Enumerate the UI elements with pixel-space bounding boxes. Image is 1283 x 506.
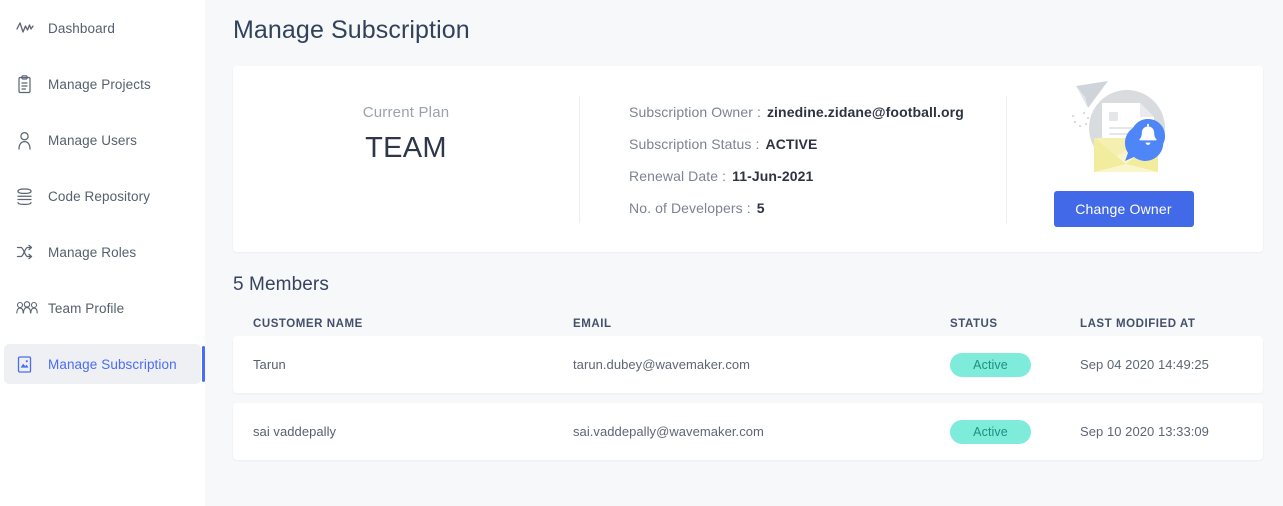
cell-last-modified-at: Sep 04 2020 14:49:25	[1080, 357, 1209, 372]
page-title: Manage Subscription	[233, 16, 470, 44]
detail-row-subscription-owner: Subscription Owner : zinedine.zidane@foo…	[629, 104, 964, 120]
detail-key: Subscription Owner :	[629, 104, 761, 120]
column-header-status[interactable]: STATUS	[950, 318, 1080, 330]
current-plan-block: Current Plan TEAM	[233, 66, 579, 252]
cell-customer-name: Tarun	[253, 357, 286, 372]
sidebar-item-label: Dashboard	[48, 20, 115, 36]
members-heading: 5 Members	[233, 274, 329, 295]
detail-key: No. of Developers :	[629, 200, 751, 216]
detail-row-renewal-date: Renewal Date : 11-Jun-2021	[629, 168, 964, 184]
sidebar-item-manage-projects[interactable]: Manage Projects	[4, 64, 201, 104]
table-row[interactable]: sai vaddepally sai.vaddepally@wavemaker.…	[233, 403, 1263, 460]
sidebar-item-label: Manage Projects	[48, 76, 151, 92]
column-header-email[interactable]: EMAIL	[573, 318, 950, 330]
current-plan-label: Current Plan	[362, 104, 450, 121]
detail-value: 11-Jun-2021	[732, 168, 814, 184]
cell-status: Active	[950, 352, 1080, 377]
sidebar-item-team-profile[interactable]: Team Profile	[4, 288, 201, 328]
detail-value: ACTIVE	[765, 136, 818, 152]
shuffle-icon	[16, 242, 38, 262]
subscription-details-block: Subscription Owner : zinedine.zidane@foo…	[579, 66, 964, 252]
clipboard-icon	[16, 74, 38, 94]
subscription-summary-card: Current Plan TEAM Subscription Owner : z…	[233, 66, 1263, 252]
status-badge: Active	[950, 352, 1031, 377]
detail-value: 5	[756, 200, 765, 216]
detail-key: Subscription Status :	[629, 136, 760, 152]
sidebar-item-label: Manage Roles	[48, 244, 137, 260]
detail-row-no-of-developers: No. of Developers : 5	[629, 200, 964, 216]
subscription-card-icon	[16, 354, 38, 374]
sidebar-item-label: Manage Subscription	[48, 356, 177, 372]
current-plan-value: TEAM	[365, 132, 447, 164]
cell-customer-name: sai vaddepally	[253, 424, 337, 439]
cell-last-modified-at: Sep 10 2020 13:33:09	[1080, 424, 1209, 439]
sidebar-item-dashboard[interactable]: Dashboard	[4, 8, 201, 48]
table-row[interactable]: Tarun tarun.dubey@wavemaker.com Active S…	[233, 336, 1263, 393]
sidebar-item-manage-subscription[interactable]: Manage Subscription	[4, 344, 205, 384]
sidebar-item-manage-users[interactable]: Manage Users	[4, 120, 201, 160]
cell-status: Active	[950, 419, 1080, 444]
members-table: CUSTOMER NAME EMAIL STATUS LAST MODIFIED…	[233, 312, 1263, 460]
detail-row-subscription-status: Subscription Status : ACTIVE	[629, 136, 964, 152]
table-header-row: CUSTOMER NAME EMAIL STATUS LAST MODIFIED…	[233, 312, 1263, 336]
group-people-icon	[16, 298, 38, 318]
status-badge: Active	[950, 419, 1031, 444]
main-content: Manage Subscription Current Plan TEAM Su…	[205, 0, 1283, 506]
sidebar-item-code-repository[interactable]: Code Repository	[4, 176, 201, 216]
detail-key: Renewal Date :	[629, 168, 727, 184]
layers-stack-icon	[16, 186, 38, 206]
cell-email: sai.vaddepally@wavemaker.com	[573, 424, 764, 439]
cell-email: tarun.dubey@wavemaker.com	[573, 357, 751, 372]
app-root: Dashboard Manage Projects Manage Users C…	[0, 0, 1283, 506]
sidebar-item-label: Team Profile	[48, 300, 125, 316]
change-owner-button[interactable]: Change Owner	[1053, 191, 1194, 227]
sidebar-item-manage-roles[interactable]: Manage Roles	[4, 232, 201, 272]
card-divider-left	[579, 96, 580, 223]
user-icon	[16, 130, 38, 150]
activity-pulse-icon	[16, 18, 38, 38]
active-indicator-bar	[202, 346, 205, 382]
sidebar-item-label: Manage Users	[48, 132, 137, 148]
envelope-notification-illustration-icon	[1064, 72, 1184, 189]
sidebar: Dashboard Manage Projects Manage Users C…	[0, 0, 205, 506]
sidebar-item-label: Code Repository	[48, 188, 151, 204]
detail-value: zinedine.zidane@football.org	[766, 104, 964, 120]
column-header-customer-name[interactable]: CUSTOMER NAME	[253, 318, 573, 330]
column-header-last-modified-at[interactable]: LAST MODIFIED AT	[1080, 318, 1270, 330]
illustration-and-action: Change Owner	[984, 66, 1263, 252]
